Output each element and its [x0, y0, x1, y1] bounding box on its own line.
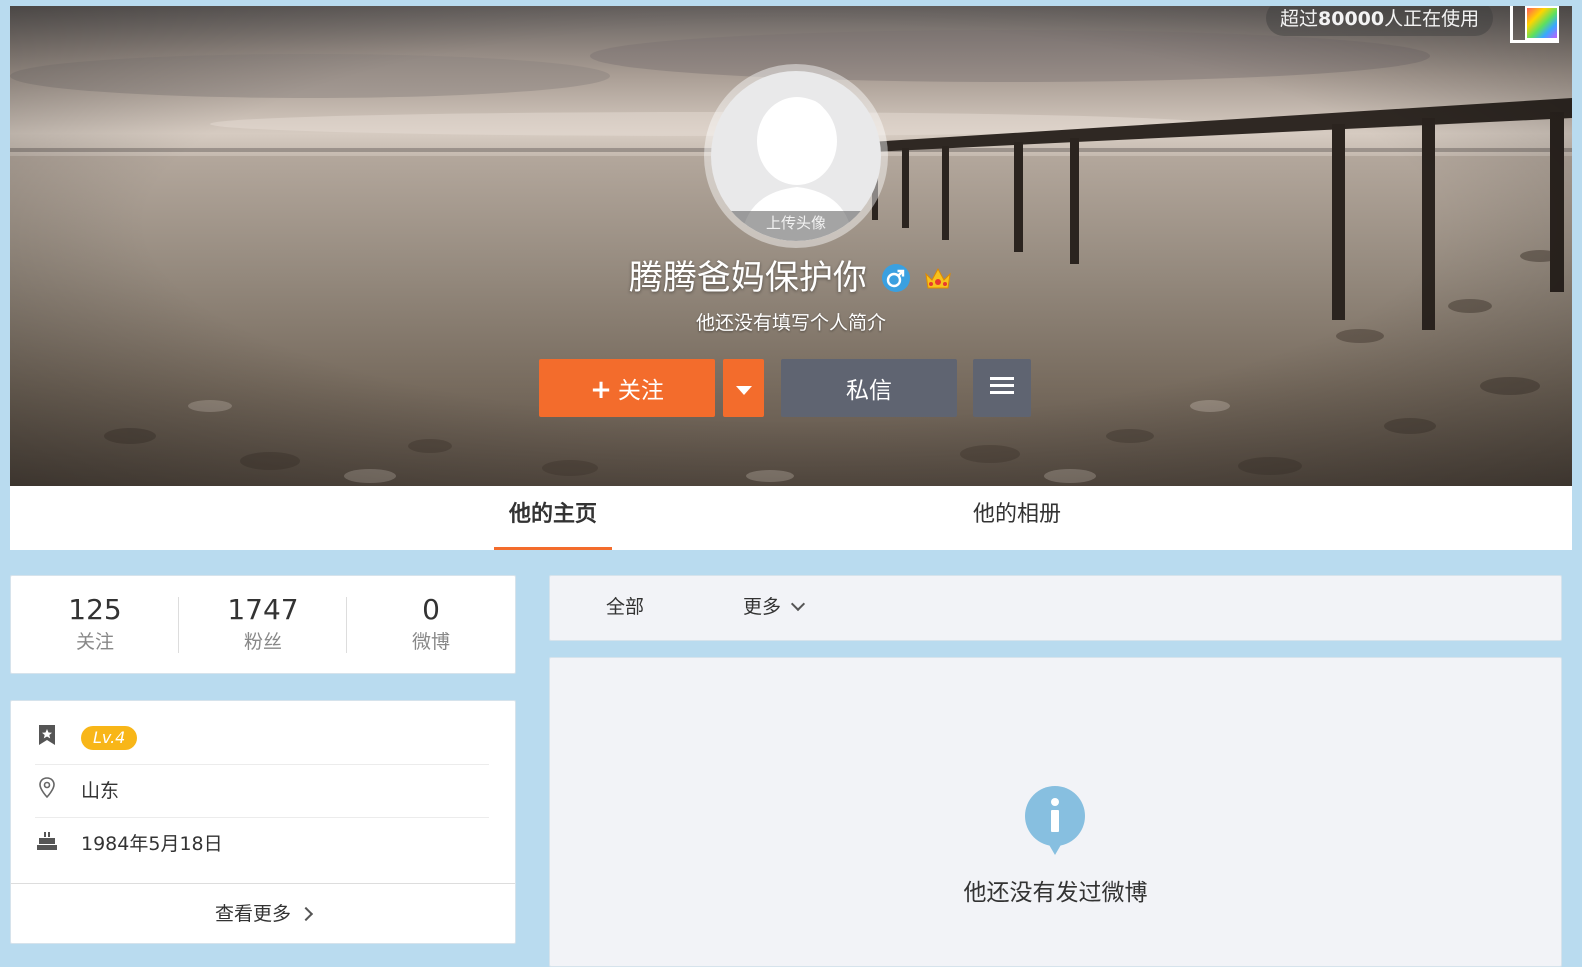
message-button[interactable]: 私信: [781, 359, 957, 417]
follow-dropdown-button[interactable]: [723, 359, 764, 417]
see-more-label: 查看更多: [214, 903, 291, 925]
plus-icon: +: [590, 375, 612, 405]
see-more-link[interactable]: 查看更多: [11, 883, 515, 944]
menu-icon: [990, 377, 1014, 395]
info-row-birthday: 1984年5月18日: [35, 817, 489, 870]
stat-followers-count: 1747: [227, 593, 299, 626]
feed-panel: 他还没有发过微博: [549, 657, 1562, 967]
avatar[interactable]: 上传头像: [711, 71, 881, 241]
stat-followers[interactable]: 1747 粉丝: [179, 576, 347, 673]
info-row-level: Lv.4: [35, 711, 489, 765]
tab-home[interactable]: 他的主页: [494, 486, 612, 550]
stat-posts[interactable]: 0 微博: [347, 576, 515, 673]
user-bio: 他还没有填写个人简介: [695, 312, 886, 334]
level-badge-wrap: Lv.4: [81, 723, 138, 751]
feed-filter-bar: 全部 更多: [549, 575, 1562, 641]
skin-swatch: [1525, 6, 1559, 40]
stat-following-count: 125: [68, 593, 122, 626]
location-pin-icon: [35, 776, 59, 800]
tab-album[interactable]: 他的相册: [958, 486, 1076, 550]
usage-counter-prefix: 超过: [1280, 8, 1319, 30]
profile-tabs: 他的主页 他的相册: [10, 486, 1572, 550]
skin-switcher-icon[interactable]: [1510, 6, 1559, 43]
user-name-row: 腾腾爸妈保护你: [10, 254, 1572, 302]
stat-followers-label: 粉丝: [243, 631, 282, 653]
birthday-text: 1984年5月18日: [81, 833, 223, 855]
filter-more-label: 更多: [743, 596, 782, 618]
male-icon: [882, 264, 910, 292]
profile-cover: 超过80000人正在使用 上传头像 腾腾爸妈保护你 他还没有填写个人简介 + 关…: [10, 6, 1572, 486]
upload-avatar-label[interactable]: 上传头像: [711, 211, 881, 241]
chevron-down-icon: [790, 596, 806, 612]
follow-button[interactable]: + 关注: [539, 359, 715, 417]
stat-following[interactable]: 125 关注: [11, 576, 179, 673]
stat-posts-count: 0: [422, 593, 440, 626]
caret-down-icon: [735, 386, 752, 395]
usage-counter-number: 80000: [1318, 8, 1385, 30]
stats-card: 125 关注 1747 粉丝 0 微博: [10, 575, 516, 674]
level-bookmark-icon: [35, 723, 59, 747]
filter-more-dropdown[interactable]: 更多: [743, 576, 806, 640]
crown-icon: [923, 264, 953, 292]
stat-following-label: 关注: [75, 631, 114, 653]
empty-feed-message: 他还没有发过微博: [963, 880, 1148, 906]
info-row-location: 山东: [35, 764, 489, 818]
birthday-cake-icon: [35, 829, 59, 853]
chevron-right-icon: [298, 906, 314, 922]
location-text: 山东: [81, 780, 120, 802]
avatar-frame: 上传头像: [704, 64, 888, 248]
level-badge[interactable]: Lv.4: [81, 726, 138, 750]
usage-counter-badge: 超过80000人正在使用: [1266, 6, 1494, 36]
profile-info-card: Lv.4 山东 1984年5月18日 查看更多: [10, 700, 516, 944]
info-icon: [1024, 785, 1086, 857]
follow-label: 关注: [617, 378, 664, 404]
more-menu-button[interactable]: [973, 359, 1031, 417]
stat-posts-label: 微博: [411, 631, 450, 653]
usage-counter-suffix: 人正在使用: [1384, 8, 1480, 30]
user-name: 腾腾爸妈保护你: [628, 258, 867, 298]
filter-all[interactable]: 全部: [606, 576, 644, 640]
